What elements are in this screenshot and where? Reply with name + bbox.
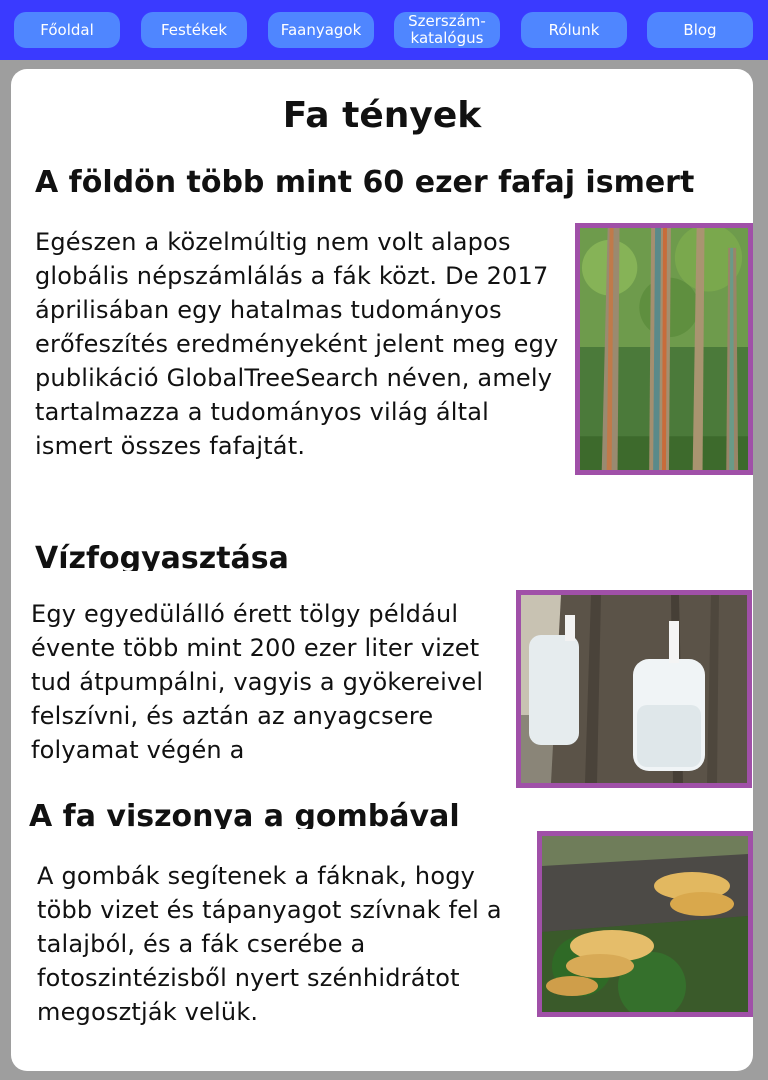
nav-item-about[interactable]: Rólunk — [521, 12, 627, 48]
section-text-fungi: A gombák segítenek a fáknak, hogy több v… — [37, 862, 502, 1026]
section-text-species: Egészen a közelmúltig nem volt alapos gl… — [35, 228, 559, 460]
nav-item-tool-catalog[interactable]: Szerszám- katalógus — [394, 12, 500, 48]
bracket-fungus-photo — [537, 831, 753, 1017]
nav-item-blog[interactable]: Blog — [647, 12, 753, 48]
section-heading-species: A földön több mint 60 ezer fafaj ismert — [35, 165, 695, 200]
rainbow-eucalyptus-photo — [575, 223, 753, 475]
sap-jugs-on-tree-photo — [516, 590, 752, 788]
nav-item-paints[interactable]: Festékek — [141, 12, 247, 48]
nav-item-home[interactable]: Főoldal — [14, 12, 120, 48]
top-nav: Főoldal Festékek Faanyagok Szerszám- kat… — [0, 0, 768, 60]
section-text-water: Egy egyedülálló érett tölgy például éven… — [31, 600, 484, 764]
section-heading-water: Vízfogyasztása — [35, 541, 289, 571]
nav-item-lumber[interactable]: Faanyagok — [268, 12, 374, 48]
page-title: Fa tények — [282, 95, 482, 136]
content-card: Fa tények A földön több mint 60 ezer faf… — [11, 69, 753, 1071]
section-heading-fungi: A fa viszonya a gombával — [29, 799, 460, 829]
